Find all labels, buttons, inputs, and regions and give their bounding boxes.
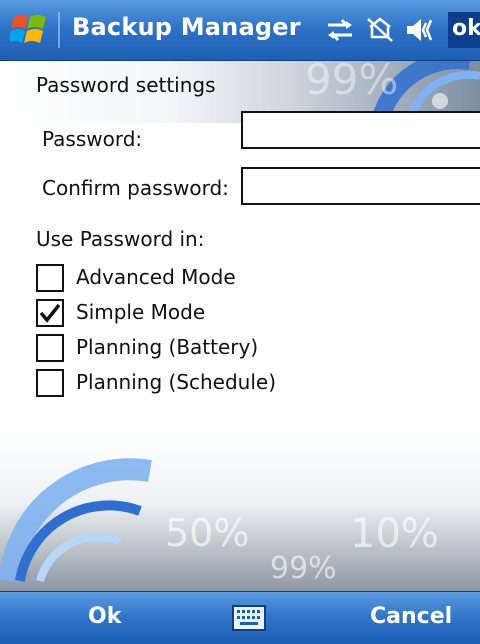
title-ok-button[interactable]: ok <box>448 12 480 48</box>
confirm-password-input[interactable] <box>241 167 480 205</box>
cancel-softkey[interactable]: Cancel <box>370 604 452 629</box>
use-password-in-label: Use Password in: <box>36 227 205 251</box>
background-percent-text: 99% <box>270 551 337 586</box>
planning-schedule-label: Planning (Schedule) <box>76 370 277 394</box>
simple-mode-label: Simple Mode <box>76 300 206 324</box>
planning-battery-label: Planning (Battery) <box>76 335 259 359</box>
title-bar: Backup Manager ok <box>0 0 480 61</box>
background-percent-text: 50% <box>165 511 250 555</box>
password-input[interactable] <box>241 111 480 149</box>
menu-bar: Ok Cancel <box>0 591 480 644</box>
app-title: Backup Manager <box>72 13 301 41</box>
section-title: Password settings <box>36 73 216 97</box>
checkmark-icon <box>39 303 61 323</box>
password-settings-panel: 99% Password settings Password: Confirm … <box>0 61 480 591</box>
signal-icon[interactable] <box>364 15 396 45</box>
windows-start-icon[interactable] <box>10 11 50 49</box>
advanced-mode-checkbox[interactable] <box>36 264 64 292</box>
confirm-password-label: Confirm password: <box>42 176 229 200</box>
keyboard-icon[interactable] <box>232 605 266 631</box>
planning-battery-checkbox[interactable] <box>36 334 64 362</box>
advanced-mode-label: Advanced Mode <box>76 265 236 289</box>
planning-schedule-checkbox[interactable] <box>36 369 64 397</box>
background-percent-text: 99% <box>305 61 399 104</box>
title-separator <box>58 12 60 48</box>
volume-icon[interactable] <box>404 15 436 45</box>
background-percent-text: 10% <box>350 511 439 557</box>
simple-mode-checkbox[interactable] <box>36 299 64 327</box>
connectivity-icon[interactable] <box>324 15 356 45</box>
password-label: Password: <box>42 127 143 151</box>
ok-softkey[interactable]: Ok <box>88 604 121 629</box>
